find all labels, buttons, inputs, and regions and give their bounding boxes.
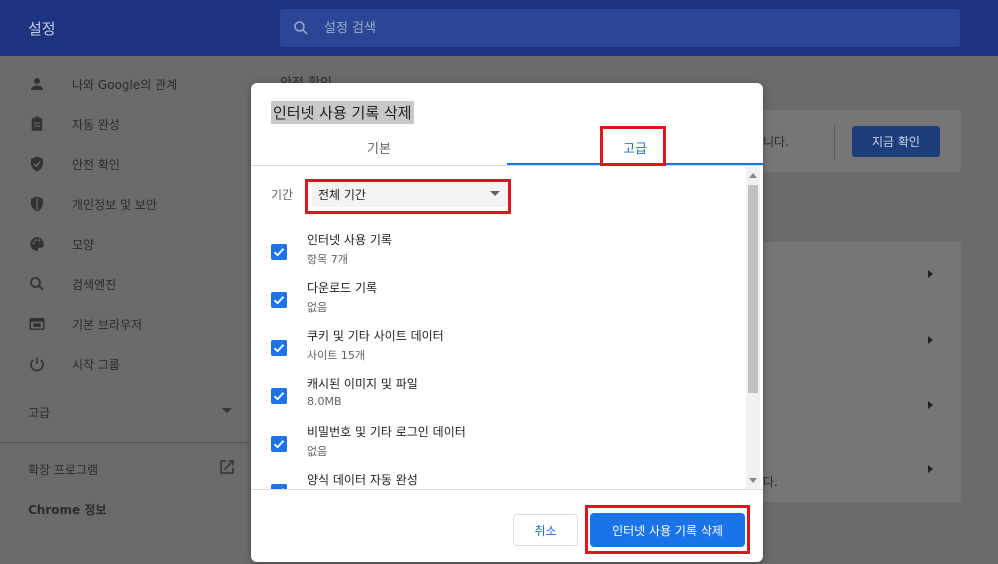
sidebar: 나와 Google의 관계 자동 완성 안전 확인 개인정보 및 보안 모양 검… xyxy=(0,56,250,564)
person-icon xyxy=(31,78,43,90)
sidebar-item-search-engine[interactable]: 검색엔진 xyxy=(0,266,250,302)
about-chrome-link[interactable]: Chrome 정보 xyxy=(28,501,106,518)
list-item-cache[interactable]: 캐시된 이미지 및 파일 8.0MB xyxy=(251,375,741,423)
sidebar-item-label: 검색엔진 xyxy=(72,278,117,292)
clear-browsing-data-dialog: 인터넷 사용 기록 삭제 기본 고급 기간 전체 기간 인터넷 사용 기록 항목… xyxy=(251,83,763,562)
list-item-browsing-history[interactable]: 인터넷 사용 기록 항목 7개 xyxy=(251,231,741,279)
checkbox[interactable] xyxy=(271,388,287,404)
sidebar-item-label: 나와 Google의 관계 xyxy=(72,78,178,92)
time-range-label: 기간 xyxy=(271,188,294,202)
item-title: 인터넷 사용 기록 xyxy=(307,233,392,247)
shield-icon xyxy=(31,196,43,212)
checkbox[interactable] xyxy=(271,340,287,356)
sidebar-item-label: 자동 완성 xyxy=(72,118,120,132)
power-icon xyxy=(30,357,44,372)
item-subtitle: 사이트 15개 xyxy=(307,349,365,362)
chevron-right-icon[interactable] xyxy=(928,270,933,278)
chevron-right-icon[interactable] xyxy=(928,401,933,409)
sidebar-item-label: 시작 그룹 xyxy=(72,358,120,372)
checkbox[interactable] xyxy=(271,436,287,452)
chevron-right-icon[interactable] xyxy=(928,465,933,473)
privacy-card-text: 다. xyxy=(763,475,778,489)
card-divider xyxy=(834,122,835,160)
checkbox[interactable] xyxy=(271,292,287,308)
item-title: 쿠키 및 기타 사이트 데이터 xyxy=(307,329,444,343)
extensions-link[interactable]: 확장 프로그램 xyxy=(28,461,98,478)
item-subtitle: 없음 xyxy=(307,445,328,458)
sidebar-item-label: 개인정보 및 보안 xyxy=(72,198,157,212)
clipboard-icon xyxy=(31,116,43,131)
item-title: 비밀번호 및 기타 로그인 데이터 xyxy=(307,425,466,439)
cancel-button[interactable]: 취소 xyxy=(513,514,578,546)
caret-down-icon[interactable] xyxy=(222,408,232,413)
list-item-download-history[interactable]: 다운로드 기록 없음 xyxy=(251,279,741,327)
item-subtitle: 8.0MB xyxy=(307,395,342,408)
sidebar-divider xyxy=(0,442,250,443)
tab-divider xyxy=(251,165,763,166)
item-title: 캐시된 이미지 및 파일 xyxy=(307,377,418,391)
list-item-cookies[interactable]: 쿠키 및 기타 사이트 데이터 사이트 15개 xyxy=(251,327,741,375)
sidebar-item-default-browser[interactable]: 기본 브라우저 xyxy=(0,306,250,342)
sidebar-item-autofill[interactable]: 자동 완성 xyxy=(0,106,250,142)
scrollbar-thumb[interactable] xyxy=(748,185,758,393)
page-title: 설정 xyxy=(28,20,56,38)
highlight-box-time-range xyxy=(305,179,511,214)
safety-check-text: 니다. xyxy=(763,135,789,149)
dialog-content: 기간 전체 기간 인터넷 사용 기록 항목 7개 다운로드 기록 없음 쿠키 및… xyxy=(251,167,763,489)
search-box[interactable] xyxy=(280,9,960,47)
sidebar-item-privacy[interactable]: 개인정보 및 보안 xyxy=(0,186,250,222)
sidebar-item-label: 기본 브라우저 xyxy=(72,318,143,332)
tab-basic[interactable]: 기본 xyxy=(251,133,507,165)
item-subtitle: 항목 7개 xyxy=(307,253,348,266)
sidebar-item-you-and-google[interactable]: 나와 Google의 관계 xyxy=(0,66,250,102)
search-input[interactable] xyxy=(324,17,924,39)
list-item-autofill-form-data[interactable]: 양식 데이터 자동 완성 xyxy=(251,471,741,489)
highlight-box-tab xyxy=(600,126,666,166)
browser-icon xyxy=(29,318,45,330)
scroll-up-arrow-icon[interactable] xyxy=(749,173,757,178)
item-title: 양식 데이터 자동 완성 xyxy=(307,473,418,487)
sidebar-item-appearance[interactable]: 모양 xyxy=(0,226,250,262)
sidebar-item-label: 안전 확인 xyxy=(72,158,120,172)
top-bar: 설정 xyxy=(0,0,998,56)
check-now-button[interactable]: 지금 확인 xyxy=(852,126,940,157)
scroll-down-arrow-icon[interactable] xyxy=(749,478,757,483)
chevron-right-icon[interactable] xyxy=(928,336,933,344)
highlight-box-clear-button xyxy=(585,505,750,554)
checkbox[interactable] xyxy=(271,244,287,260)
sidebar-item-on-startup[interactable]: 시작 그룹 xyxy=(0,346,250,382)
footer-divider xyxy=(251,489,763,490)
tab-basic-label: 기본 xyxy=(367,142,391,157)
item-subtitle: 없음 xyxy=(307,301,328,314)
sidebar-item-label: 모양 xyxy=(72,238,95,252)
search-icon xyxy=(30,277,44,291)
shield-check-icon xyxy=(31,156,43,172)
search-icon xyxy=(294,21,308,35)
item-title: 다운로드 기록 xyxy=(307,281,378,295)
dialog-title: 인터넷 사용 기록 삭제 xyxy=(271,101,414,124)
list-item-passwords[interactable]: 비밀번호 및 기타 로그인 데이터 없음 xyxy=(251,423,741,471)
advanced-toggle[interactable]: 고급 xyxy=(28,404,50,421)
palette-icon xyxy=(30,237,44,251)
open-in-new-icon[interactable] xyxy=(218,458,236,476)
sidebar-item-safety-check[interactable]: 안전 확인 xyxy=(0,146,250,182)
